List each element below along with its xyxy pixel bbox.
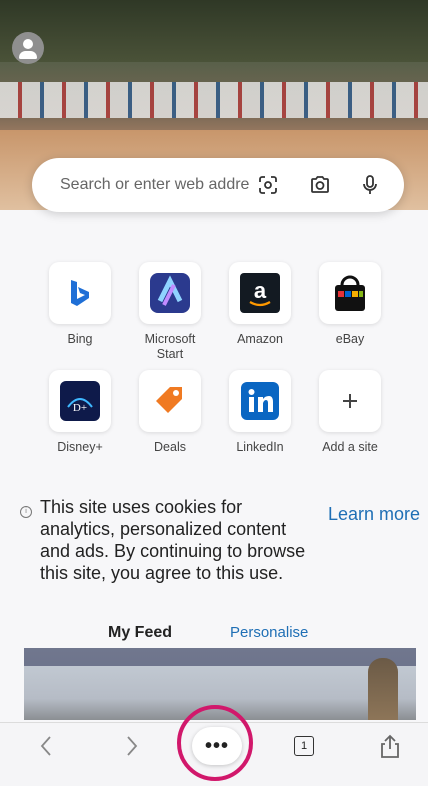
site-tile-bing[interactable]: Bing bbox=[40, 262, 120, 347]
chevron-right-icon bbox=[127, 736, 138, 756]
cookie-notice-text: This site uses cookies for analytics, pe… bbox=[40, 497, 306, 583]
site-tile-box[interactable]: a bbox=[229, 262, 291, 324]
share-icon bbox=[381, 734, 399, 758]
svg-text:D+: D+ bbox=[73, 402, 87, 414]
chevron-left-icon bbox=[40, 736, 51, 756]
linkedin-icon bbox=[241, 382, 279, 420]
ebay-icon bbox=[335, 275, 365, 311]
tabs-button[interactable]: 1 bbox=[292, 731, 316, 761]
site-tile-label: Add a site bbox=[322, 440, 378, 454]
tabs-count: 1 bbox=[294, 736, 314, 756]
user-icon-body bbox=[19, 51, 37, 59]
site-tile-label: Amazon bbox=[237, 332, 283, 346]
site-tile-label: Microsoft Start bbox=[144, 332, 196, 361]
microphone-icon[interactable] bbox=[358, 173, 382, 197]
microsoft-start-icon bbox=[150, 273, 190, 313]
site-tile-box[interactable] bbox=[319, 370, 381, 432]
site-tile-box[interactable] bbox=[139, 262, 201, 324]
card-image-tower bbox=[368, 658, 398, 720]
search-input[interactable] bbox=[58, 175, 252, 195]
site-tile-box[interactable]: D+ bbox=[49, 370, 111, 432]
info-icon: i bbox=[20, 506, 32, 518]
site-tile-box[interactable] bbox=[229, 370, 291, 432]
site-tile-label: Disney+ bbox=[57, 440, 103, 454]
back-button[interactable] bbox=[34, 731, 58, 761]
site-tile-label: eBay bbox=[335, 332, 365, 346]
site-tile-box[interactable] bbox=[319, 262, 381, 324]
search-bar[interactable] bbox=[32, 158, 404, 212]
site-tile-disney-plus[interactable]: D+ Disney+ bbox=[40, 370, 120, 455]
card-header-band bbox=[24, 648, 416, 666]
disney-plus-icon: D+ bbox=[60, 381, 100, 421]
profile-avatar[interactable] bbox=[12, 32, 44, 64]
site-tile-label: Deals bbox=[154, 440, 186, 454]
bing-icon bbox=[71, 280, 89, 306]
visual-search-icon[interactable] bbox=[256, 173, 280, 197]
site-tile-box[interactable] bbox=[139, 370, 201, 432]
personalise-link[interactable]: Personalise bbox=[230, 624, 308, 641]
sky-area bbox=[0, 0, 428, 62]
forward-button[interactable] bbox=[120, 731, 144, 761]
site-tile-label: Bing bbox=[67, 332, 93, 346]
site-tile-microsoft-start[interactable]: Microsoft Start bbox=[130, 262, 210, 362]
feed-header: My Feed Personalise bbox=[0, 620, 428, 644]
camera-search-icon[interactable] bbox=[308, 173, 332, 197]
feed-title[interactable]: My Feed bbox=[108, 624, 172, 642]
site-tile-linkedin[interactable]: LinkedIn bbox=[220, 370, 300, 455]
plus-icon bbox=[343, 394, 357, 408]
svg-text:a: a bbox=[254, 278, 267, 303]
share-button[interactable] bbox=[376, 731, 404, 761]
site-tile-add-a-site[interactable]: Add a site bbox=[310, 370, 390, 455]
highlight-ring bbox=[177, 705, 253, 781]
site-tile-label: LinkedIn bbox=[236, 440, 284, 454]
cookie-notice: i This site uses cookies for analytics, … bbox=[0, 492, 428, 602]
amazon-icon: a bbox=[240, 273, 280, 313]
site-tile-deals[interactable]: Deals bbox=[130, 370, 210, 455]
site-tile-ebay[interactable]: eBay bbox=[310, 262, 390, 347]
learn-more-link[interactable]: Learn more bbox=[328, 504, 420, 525]
site-tile-box[interactable] bbox=[49, 262, 111, 324]
beach-huts bbox=[0, 82, 428, 118]
site-tile-amazon[interactable]: a Amazon bbox=[220, 262, 300, 347]
deals-icon bbox=[156, 387, 182, 413]
user-icon-head bbox=[23, 39, 33, 49]
